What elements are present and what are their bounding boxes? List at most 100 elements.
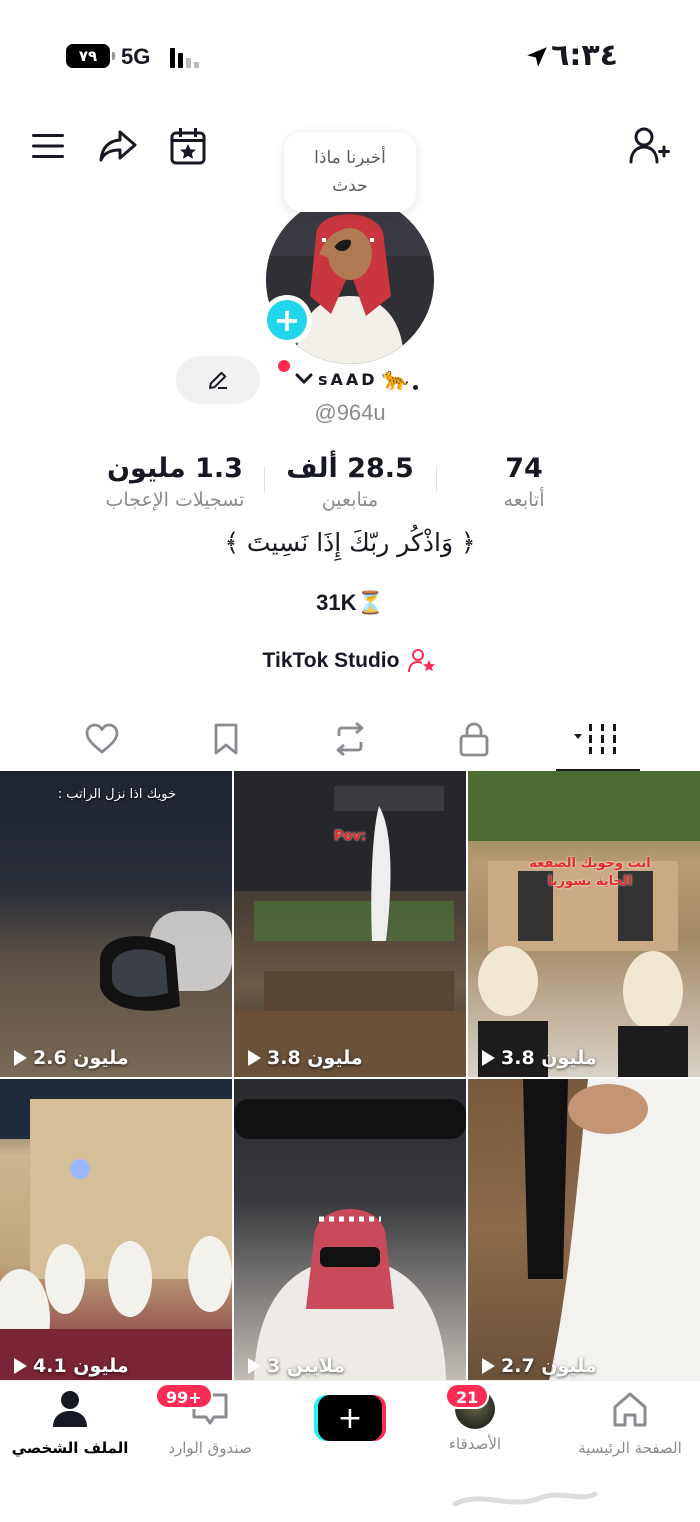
network-type: 5G: [121, 44, 151, 69]
note-bubble[interactable]: أخبرنا ماذا حدث: [284, 132, 416, 212]
inbox-badge: 99+: [155, 1383, 213, 1409]
video-thumbnail[interactable]: 3 ملايين: [234, 1079, 466, 1385]
menu-button[interactable]: [26, 124, 70, 168]
plus-icon: +: [318, 1395, 382, 1441]
play-icon: [482, 1358, 495, 1374]
bottom-navigation: الملف الشخصي صندوق الوارد 99+ + الأصدقاء…: [0, 1380, 700, 1476]
bio-line-2: 31K⏳: [316, 590, 384, 615]
friends-badge: 21: [445, 1383, 490, 1409]
tab-liked[interactable]: [72, 714, 132, 764]
tab-private[interactable]: [444, 714, 504, 764]
view-count-text: 3.8 مليون: [267, 1047, 363, 1069]
calendar-star-icon: [170, 128, 206, 165]
stat-divider: [264, 466, 265, 492]
display-name-emoji: 🐆: [381, 366, 409, 392]
add-friend-button[interactable]: [628, 124, 672, 168]
profile-stats: 74 أتابعه 28.5 ألف متابعين 1.3 مليون تسج…: [0, 452, 700, 522]
play-icon: [248, 1358, 261, 1374]
video-thumbnail-image: [234, 1099, 466, 1385]
video-caption: Pov:: [334, 829, 367, 844]
location-arrow-icon: [527, 47, 547, 67]
lock-icon: [459, 722, 489, 757]
tab-favorites[interactable]: [196, 714, 256, 764]
view-count: 3 ملايين: [244, 1355, 345, 1377]
view-count: 4.1 مليون: [10, 1355, 129, 1377]
video-thumbnail-image: [234, 771, 466, 1077]
chevron-down-icon: [295, 373, 313, 385]
watermark-area: [0, 1480, 700, 1522]
status-time: ٦:٣٤: [551, 38, 618, 73]
username-row[interactable]: sAAD 🐆: [278, 360, 418, 396]
stat-label: أتابعه: [503, 489, 545, 511]
bio-text: ﴿ وَاذْكُر ربّكَ إِذَا نَسِيتَ ﴾: [224, 528, 476, 557]
heart-icon: [85, 723, 119, 754]
play-icon: [482, 1050, 495, 1066]
nav-label: الصفحة الرئيسية: [578, 1439, 682, 1457]
tab-reposts[interactable]: [320, 714, 380, 764]
play-icon: [14, 1050, 27, 1066]
nav-home[interactable]: الصفحة الرئيسية: [560, 1389, 700, 1457]
view-count-text: 2.7 مليون: [501, 1355, 597, 1377]
view-count-text: 3.8 مليون: [501, 1047, 597, 1069]
video-thumbnail-image: [468, 771, 700, 1077]
nav-inbox[interactable]: صندوق الوارد 99+: [150, 1383, 270, 1457]
tab-videos[interactable]: [556, 714, 640, 772]
stat-value: 74: [505, 453, 543, 484]
video-thumbnail[interactable]: انت وخويك الصفعة الجاية بسوريا 3.8 مليون: [468, 771, 700, 1077]
stat-value: 1.3 مليون: [107, 453, 243, 484]
stat-following[interactable]: 74 أتابعه: [464, 452, 584, 514]
video-caption: انت وخويك الصفعة الجاية بسوريا: [529, 856, 651, 889]
video-thumbnail[interactable]: 4.1 مليون: [0, 1079, 232, 1385]
video-thumbnail[interactable]: 2.7 مليون: [468, 1079, 700, 1385]
nav-friends[interactable]: الأصدقاء 21: [430, 1383, 520, 1453]
calendar-button[interactable]: [166, 124, 210, 168]
repost-icon: [336, 722, 364, 756]
stat-label: تسجيلات الإعجاب: [105, 489, 245, 511]
stat-divider: [436, 466, 437, 492]
view-count: 2.7 مليون: [478, 1355, 597, 1377]
video-caption: خويك اذا نزل الراتب :: [57, 787, 176, 802]
view-count: 2.6 مليون: [10, 1047, 129, 1069]
video-grid: خويك اذا نزل الراتب : 2.6 مليون Pov: 3.8…: [0, 771, 700, 1385]
nav-label: صندوق الوارد: [168, 1439, 252, 1457]
share-profile-button[interactable]: [96, 124, 140, 168]
edit-profile-button[interactable]: [176, 356, 260, 404]
play-icon: [14, 1358, 27, 1374]
watermark-logo: [452, 1491, 598, 1507]
pencil-icon: [209, 371, 227, 389]
video-thumbnail-image: [100, 911, 232, 1011]
create-button[interactable]: +: [314, 1395, 386, 1441]
plus-icon: +: [267, 300, 307, 340]
stat-label: متابعين: [321, 489, 379, 511]
play-icon: [248, 1050, 261, 1066]
content-tabs: [0, 708, 700, 772]
stat-followers[interactable]: 28.5 ألف متابعين: [270, 452, 430, 514]
video-thumbnail-image: [0, 1079, 232, 1385]
tiktok-studio-link[interactable]: TikTok Studio: [0, 648, 700, 674]
stat-likes[interactable]: 1.3 مليون تسجيلات الإعجاب: [80, 452, 270, 514]
signal-icon: [170, 48, 200, 68]
status-bar: ٧٩ 5G ٦:٣٤: [0, 0, 700, 110]
add-user-icon: [629, 127, 670, 164]
stat-value: 28.5 ألف: [286, 453, 414, 484]
view-count-text: 3 ملايين: [267, 1355, 346, 1377]
bookmark-icon: [214, 723, 238, 755]
nav-label: الأصدقاء: [448, 1435, 502, 1453]
add-avatar-button[interactable]: +: [262, 295, 312, 345]
profile-icon: [53, 1391, 87, 1427]
note-text: أخبرنا ماذا حدث: [314, 148, 386, 196]
nav-label: الملف الشخصي: [11, 1439, 129, 1457]
battery-indicator: ٧٩: [66, 44, 115, 68]
grid-icon: [574, 724, 616, 754]
nav-profile[interactable]: الملف الشخصي: [10, 1389, 130, 1457]
story-dot: [278, 360, 290, 372]
name-dot: [412, 385, 418, 390]
share-icon: [99, 130, 137, 162]
display-name: sAAD: [318, 369, 378, 389]
view-count-text: 4.1 مليون: [33, 1355, 129, 1377]
video-thumbnail[interactable]: خويك اذا نزل الراتب : 2.6 مليون: [0, 771, 232, 1077]
creator-star-icon: [408, 649, 436, 673]
hamburger-icon: [32, 134, 64, 158]
view-count-text: 2.6 مليون: [33, 1047, 129, 1069]
video-thumbnail[interactable]: Pov: 3.8 مليون: [234, 771, 466, 1077]
